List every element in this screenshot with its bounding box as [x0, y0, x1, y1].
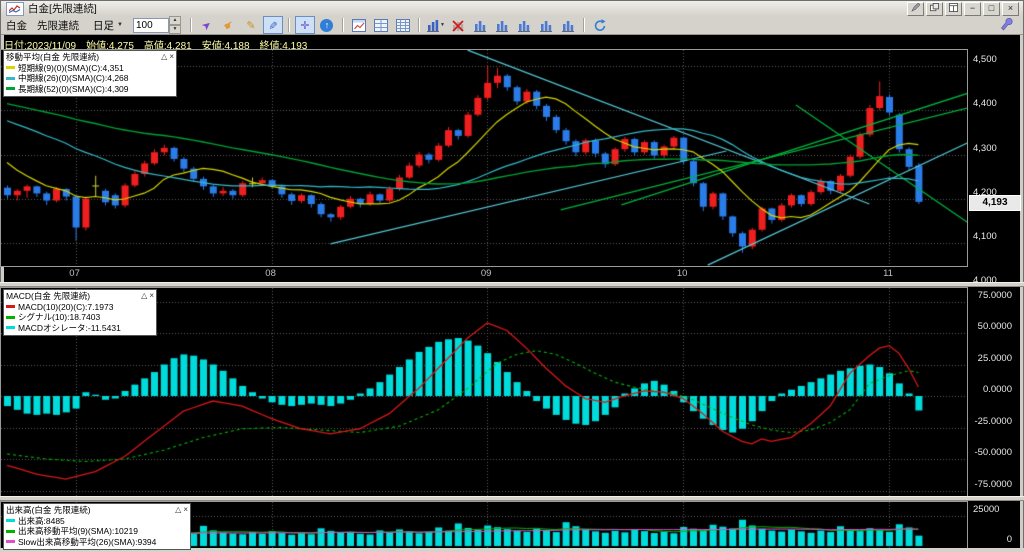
- y-axis-tick-label: -25.0000: [974, 415, 1012, 427]
- toolbar: 白金 先限連続 日足 ▼ ▲ ▼ ➤☛✎✎✛↑▼: [1, 16, 1023, 35]
- chart-application-window: 白金[先限連続] − □ × 白金 先限連続 日足 ▼ ▲: [0, 0, 1024, 552]
- period-stepper: ▲ ▼: [132, 16, 181, 34]
- macd-line-label: MACD(10)(20)(C):7.1973: [18, 301, 114, 312]
- app-chart-icon: [6, 1, 24, 16]
- volume-slow-ma-swatch: [6, 540, 15, 544]
- volume-swatch: [6, 519, 15, 523]
- ma-legend-close-button[interactable]: ×: [169, 52, 174, 63]
- toolbar-icon-group: ➤ ☛ ✎ ✎ ✛ ↑ ▼: [197, 16, 610, 34]
- ma-short-label: 短期線(9)(0)(SMA)(C):4,351: [18, 62, 124, 73]
- toolbar-separator: [341, 18, 344, 32]
- pan-hand-icon[interactable]: ☛: [219, 16, 239, 34]
- annotate-pen-button[interactable]: [907, 2, 924, 16]
- brush-draw-icon[interactable]: ✎: [262, 16, 283, 34]
- ma-mid-swatch: [6, 76, 15, 80]
- macd-osc-swatch: [6, 326, 15, 330]
- signal-line-label: シグナル(10):18.7403: [18, 312, 101, 322]
- volume-ma-swatch: [6, 529, 15, 533]
- grid-layout-3-icon[interactable]: [393, 16, 413, 34]
- pencil-draw-icon[interactable]: ✎: [241, 16, 261, 34]
- ma-long-swatch: [6, 87, 15, 91]
- symbol-label: 白金: [6, 19, 27, 32]
- timeframe-value: 日足: [93, 19, 114, 32]
- period-up-button[interactable]: ▲: [168, 16, 181, 25]
- y-axis-tick-label: -75.0000: [974, 478, 1012, 490]
- volume-slow-ma-label: Slow出来高移動平均(26)(SMA):9394: [18, 536, 157, 547]
- toolbar-separator: [189, 18, 192, 32]
- indicator-slot-4-icon[interactable]: [536, 16, 556, 34]
- remove-indicator-icon[interactable]: [448, 16, 468, 34]
- y-axis-tick-label: -50.0000: [974, 447, 1012, 458]
- x-axis-month-strip: 07 08 09 10 11: [0, 267, 967, 281]
- settings-wrench-icon[interactable]: [1000, 17, 1016, 33]
- volume-legend-title: 出来高(白金 先限連続): [6, 505, 91, 515]
- ma-short-swatch: [6, 66, 15, 70]
- title-bar: 白金[先限連続] − □ ×: [1, 1, 1023, 17]
- x-axis-month-label: 11: [883, 268, 893, 279]
- ma-legend-collapse-button[interactable]: △: [161, 52, 167, 63]
- window-title: 白金[先限連続]: [28, 3, 97, 15]
- contract-label: 先限連続: [37, 19, 79, 32]
- indicator-slot-3-icon[interactable]: [514, 16, 534, 34]
- y-axis-tick-label: 4,300: [973, 142, 997, 154]
- ma-long-label: 長期線(52)(0)(SMA)(C):4,309: [18, 83, 129, 94]
- y-axis-tick-label: 25.0000: [977, 352, 1012, 364]
- signal-line-swatch: [6, 315, 15, 319]
- volume-ma-label: 出来高移動平均(9)(SMA):10219: [18, 526, 138, 536]
- indicator-slot-1-icon[interactable]: [470, 16, 490, 34]
- toolbar-separator: [582, 18, 585, 32]
- maximize-button[interactable]: □: [983, 2, 1000, 16]
- ma-mid-label: 中期線(26)(0)(SMA)(C):4,268: [18, 73, 129, 83]
- chart-type-icon[interactable]: ▼: [425, 16, 446, 34]
- last-price-tag: 4,193: [969, 194, 1021, 211]
- y-axis-tick-label: 4,500: [973, 54, 997, 65]
- grid-layout-2-icon[interactable]: [371, 16, 391, 34]
- macd-osc-label: MACDオシレータ:-11.5431: [18, 322, 121, 333]
- select-cursor-icon[interactable]: ➤: [197, 16, 217, 34]
- volume-legend: 出来高(白金 先限連続) △ × 出来高:8485 出来高移動平均(9)(SMA…: [3, 503, 191, 550]
- macd-legend-title: MACD(白金 先限連続): [6, 291, 91, 301]
- minimize-button[interactable]: −: [964, 2, 981, 16]
- indicator-slot-5-icon[interactable]: [558, 16, 578, 34]
- ma-legend: 移動平均(白金 先限連続) △ × 短期線(9)(0)(SMA)(C):4,35…: [3, 50, 177, 97]
- y-axis-tick-label: 4,100: [973, 231, 997, 242]
- chevron-down-icon: ▼: [117, 22, 123, 28]
- x-axis-month-label: 09: [480, 268, 492, 279]
- indicator-slot-2-icon[interactable]: [492, 16, 512, 34]
- macd-legend-close-button[interactable]: ×: [149, 291, 154, 302]
- period-down-button[interactable]: ▼: [168, 25, 181, 34]
- macd-line-swatch: [6, 305, 15, 309]
- volume-legend-close-button[interactable]: ×: [183, 505, 188, 516]
- macd-y-axis: 75.0000 50.0000 25.0000 0.0000 -25.0000 -50.0…: [968, 287, 1022, 497]
- ma-legend-title: 移動平均(白金 先限連続): [6, 52, 100, 62]
- volume-label: 出来高:8485: [18, 515, 65, 526]
- toolbar-separator: [417, 18, 420, 32]
- price-y-axis: 4,193 4,500 4,400 4,300 4,200 4,100 4,000: [968, 36, 1022, 286]
- macd-legend-collapse-button[interactable]: △: [141, 291, 147, 302]
- crosshair-icon[interactable]: ✛: [294, 16, 315, 34]
- new-chart-window-icon[interactable]: [349, 16, 369, 34]
- volume-y-axis: 25000 0: [968, 501, 1022, 549]
- y-axis-tick-label: 75.0000: [977, 289, 1012, 301]
- y-axis-tick-label: 0: [1006, 534, 1012, 545]
- period-input[interactable]: [132, 17, 169, 33]
- close-button[interactable]: ×: [1002, 2, 1019, 16]
- chevron-down-icon: ▼: [439, 22, 445, 28]
- y-axis-tick-label: 4,400: [973, 98, 997, 110]
- x-axis-month-label: 10: [676, 268, 688, 279]
- refresh-icon[interactable]: [590, 16, 610, 34]
- volume-legend-collapse-button[interactable]: △: [175, 505, 181, 516]
- cascade-windows-button[interactable]: [926, 2, 943, 16]
- y-axis-tick-label: 0.0000: [982, 384, 1012, 395]
- macd-legend: MACD(白金 先限連続) △ × MACD(10)(20)(C):7.1973…: [3, 289, 157, 336]
- timeframe-dropdown[interactable]: 日足 ▼: [89, 15, 127, 35]
- x-axis-month-label: 08: [265, 268, 276, 279]
- toolbar-separator: [287, 18, 290, 32]
- y-axis-tick-label: 25000: [973, 503, 1000, 515]
- layout-windows-button[interactable]: [945, 2, 962, 16]
- x-axis-month-label: 07: [69, 268, 80, 279]
- jump-latest-icon[interactable]: ↑: [317, 16, 337, 34]
- y-axis-tick-label: 50.0000: [977, 321, 1012, 332]
